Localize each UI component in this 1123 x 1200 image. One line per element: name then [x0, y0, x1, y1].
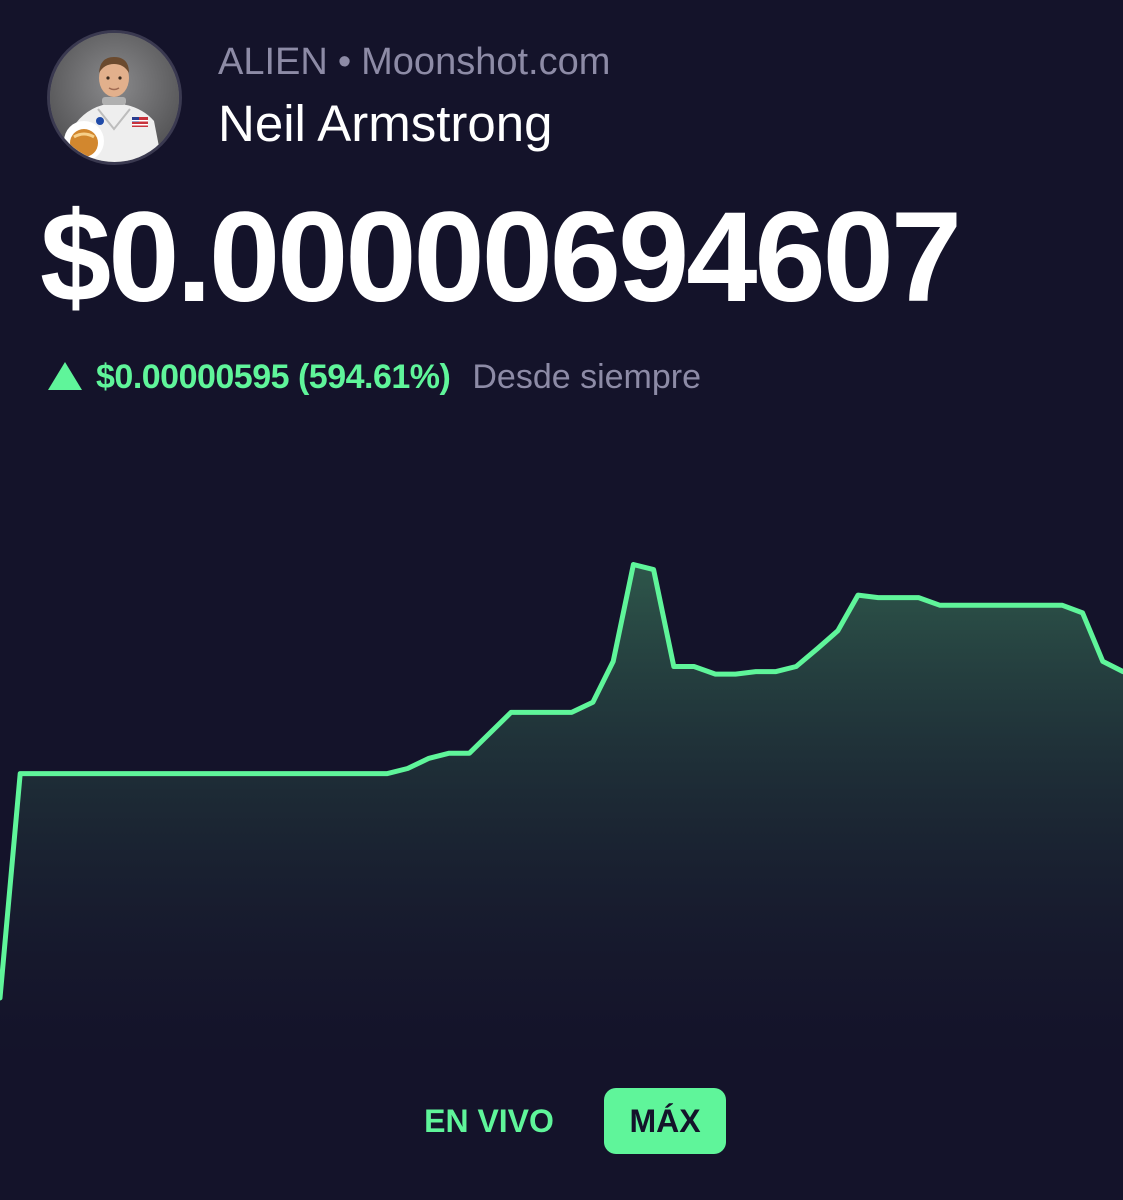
range-tab-max[interactable]: MÁX	[604, 1088, 726, 1154]
price-chart[interactable]	[0, 420, 1123, 1060]
price-change-value: $0.00000595 (594.61%)	[96, 358, 451, 396]
price-change-row: $0.00000595 (594.61%) Desde siempre	[48, 352, 701, 402]
token-name: Neil Armstrong	[218, 95, 553, 152]
current-price: $0.00000694607	[40, 186, 962, 329]
range-tab-live[interactable]: EN VIVO	[408, 1088, 570, 1154]
price-chart-svg[interactable]	[0, 420, 1123, 1060]
subtitle-separator: •	[337, 41, 352, 83]
token-ticker: ALIEN	[218, 41, 328, 83]
token-avatar	[47, 30, 182, 165]
token-subtitle: ALIEN • Moonshot.com	[218, 38, 610, 86]
range-selector: EN VIVO MÁX	[0, 1088, 1123, 1154]
token-source: Moonshot.com	[361, 41, 611, 83]
astronaut-portrait-icon	[50, 33, 179, 162]
price-change-period: Desde siempre	[472, 358, 702, 396]
token-price-screen: ALIEN • Moonshot.com Neil Armstrong $0.000…	[0, 0, 1123, 1200]
triangle-up-icon	[48, 362, 82, 391]
chart-area-fill	[0, 564, 1123, 1060]
